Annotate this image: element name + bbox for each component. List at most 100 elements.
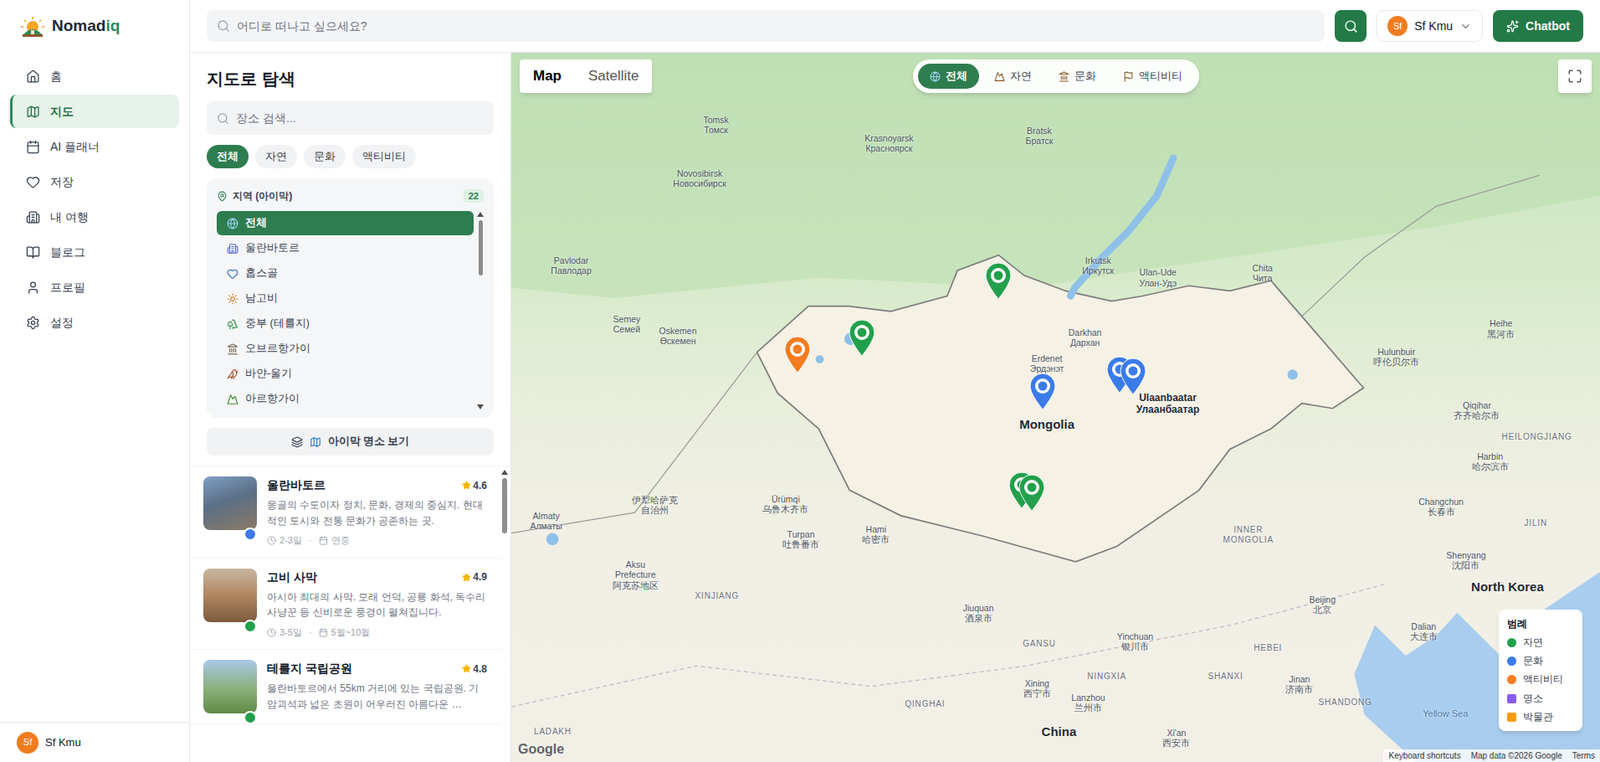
map-label: SHANDONG: [1317, 697, 1372, 708]
sidebar-user[interactable]: SfSf Kmu: [0, 721, 190, 762]
map-marker[interactable]: [782, 334, 813, 374]
global-search-input[interactable]: [236, 17, 1315, 36]
scroll-down-icon[interactable]: [476, 404, 484, 410]
map-label: Xining西宁市: [1023, 677, 1052, 698]
nav-item[interactable]: 내 여행: [10, 200, 180, 234]
nav-icon: [25, 104, 41, 119]
nav-item[interactable]: 홈: [10, 59, 180, 93]
place-card[interactable]: 고비 사막4.9아시아 최대의 사막. 모래 언덕, 공룡 화석, 독수리 사냥…: [189, 558, 501, 651]
scroll-up-icon[interactable]: [501, 469, 508, 475]
map-marker-icon[interactable]: [782, 334, 813, 374]
map-marker-icon[interactable]: [1117, 356, 1149, 395]
map-label: SHANXI: [1207, 671, 1243, 682]
nav-item[interactable]: 블로그: [10, 235, 180, 269]
sidebar: Nomadiq 홈지도AI 플래너저장내 여행블로그프로필설정 SfSf Kmu: [0, 0, 190, 762]
region-scrollbar[interactable]: [476, 210, 484, 411]
map-terrain-icon: [511, 52, 1600, 762]
region-item[interactable]: 중부 (테를지): [216, 311, 474, 336]
avatar: Sf: [16, 731, 39, 754]
brand[interactable]: Nomadiq: [0, 0, 190, 53]
category-chip[interactable]: 전체: [917, 63, 980, 89]
map-label: China: [1041, 723, 1077, 739]
region-item[interactable]: 울란바토르: [216, 235, 474, 261]
region-item[interactable]: 전체: [216, 210, 474, 236]
category-badge: [243, 619, 257, 633]
nav-icon: [25, 174, 41, 190]
place-name: 고비 사막: [266, 568, 318, 586]
nav-item[interactable]: 지도: [10, 94, 180, 129]
nav-icon: [25, 245, 41, 260]
attribution-link[interactable]: Map data ©2026 Google: [1471, 748, 1563, 762]
map-marker-icon[interactable]: [983, 261, 1014, 300]
filter-chip[interactable]: 문화: [303, 144, 346, 169]
region-icon: [226, 267, 239, 280]
nav-item[interactable]: 설정: [10, 305, 180, 339]
nav-item[interactable]: AI 플래너: [10, 129, 180, 164]
map-label: IrkutskИркутск: [1082, 255, 1114, 276]
map-marker[interactable]: [983, 261, 1014, 300]
filter-chip[interactable]: 전체: [206, 144, 249, 169]
region-item[interactable]: 아르항가이: [216, 386, 474, 411]
map-label: ErdenetЭрдэнэт: [1030, 353, 1064, 374]
filter-chip[interactable]: 자연: [255, 144, 298, 169]
map-label: Shenyang沈阳市: [1446, 549, 1486, 570]
place-search[interactable]: [206, 101, 494, 135]
region-item[interactable]: 홉스골: [216, 261, 474, 286]
category-chip[interactable]: 액티비티: [1111, 63, 1195, 89]
nav-icon: [25, 315, 41, 330]
attribution-link[interactable]: Terms: [1572, 748, 1595, 762]
fullscreen-button[interactable]: [1558, 59, 1592, 93]
region-item[interactable]: 바얀-울기: [216, 361, 474, 386]
filter-chip[interactable]: 액티비티: [352, 144, 416, 169]
brand-name: Nomadiq: [51, 14, 120, 39]
region-list: 전체울란바토르홉스골남고비중부 (테를지)오브르항가이바얀-울기아르항가이: [216, 210, 474, 411]
map-marker[interactable]: [846, 317, 877, 357]
map-label: Dalian大连市: [1410, 620, 1438, 642]
place-rating: 4.8: [461, 661, 488, 677]
legend-item: 문화: [1507, 653, 1575, 668]
region-icon: [226, 217, 239, 230]
user-menu[interactable]: SfSf Kmu: [1376, 10, 1483, 42]
category-chip[interactable]: 자연: [982, 63, 1044, 89]
map-type-button[interactable]: Map: [519, 59, 575, 93]
category-bar: 전체자연문화액티비티: [912, 59, 1200, 93]
map-marker[interactable]: [1027, 371, 1058, 411]
place-card[interactable]: 테를지 국립공원4.8울란바토르에서 55km 거리에 있는 국립공원. 기암괴…: [189, 649, 501, 724]
map-marker-icon[interactable]: [1027, 371, 1058, 411]
map-label: Yinchuan银川市: [1117, 630, 1154, 652]
map-marker-icon[interactable]: [1016, 472, 1047, 512]
place-image: [203, 476, 257, 530]
region-item[interactable]: 오브르항가이: [216, 336, 474, 361]
category-icon: [929, 71, 941, 83]
category-chip[interactable]: 문화: [1046, 63, 1108, 89]
map-type-button[interactable]: Satellite: [574, 59, 652, 93]
place-card[interactable]: 울란바토르4.6몽골의 수도이자 정치, 문화, 경제의 중심지. 현대적인 도…: [189, 466, 501, 559]
search-button[interactable]: [1334, 10, 1367, 42]
nav-item[interactable]: 프로필: [10, 270, 180, 304]
category-icon: [1058, 71, 1070, 83]
place-description: 울란바토르에서 55km 거리에 있는 국립공원. 기암괴석과 넓은 초원이 어…: [266, 680, 488, 712]
place-meta: 2-3일·연중: [266, 533, 488, 548]
region-count: 22: [463, 189, 484, 204]
star-icon: [461, 572, 472, 582]
region-box: 지역 (아이막)22전체울란바토르홉스골남고비중부 (테를지)오브르항가이바얀-…: [206, 178, 494, 418]
aimag-button[interactable]: 아이막 명소 보기: [206, 427, 494, 456]
place-name: 울란바토르: [266, 476, 326, 494]
list-scrollbar[interactable]: [501, 466, 508, 762]
map-marker-icon[interactable]: [846, 317, 877, 357]
chatbot-button[interactable]: Chatbot: [1492, 10, 1584, 42]
region-icon: [226, 317, 239, 330]
region-item[interactable]: 남고비: [216, 286, 474, 311]
map-label: XINJIANG: [695, 590, 740, 601]
map[interactable]: TomskТомскKrasnoyarskКрасноярскBratskБра…: [511, 52, 1600, 762]
map-marker[interactable]: [1016, 472, 1047, 512]
legend-item: 박물관: [1507, 709, 1575, 724]
map-label: GANSU: [1022, 638, 1057, 649]
nav-item[interactable]: 저장: [10, 164, 180, 199]
scroll-up-icon[interactable]: [476, 211, 484, 217]
attribution-link[interactable]: Keyboard shortcuts: [1388, 748, 1461, 762]
map-marker[interactable]: [1117, 356, 1149, 395]
global-search[interactable]: [206, 10, 1325, 42]
place-search-input[interactable]: [235, 109, 484, 128]
logo-icon: [20, 15, 46, 38]
